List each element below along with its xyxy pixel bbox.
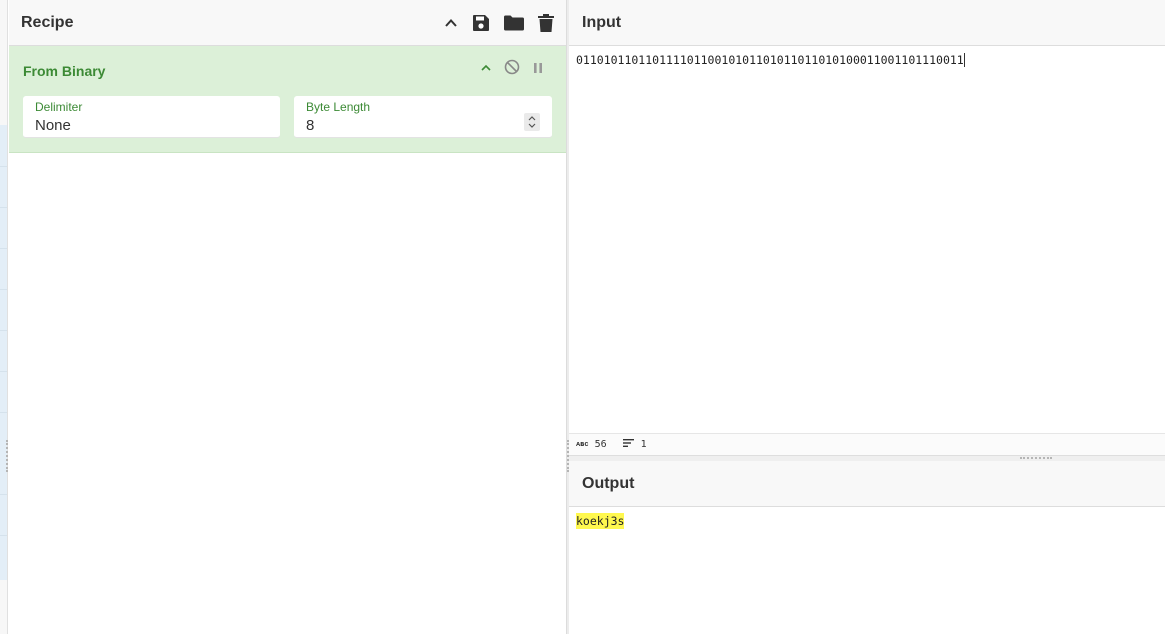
trash-icon[interactable] <box>538 13 554 32</box>
save-icon[interactable] <box>472 14 490 32</box>
number-stepper[interactable] <box>524 113 540 131</box>
selected-row-band <box>0 125 7 580</box>
input-title: Input <box>582 13 622 31</box>
pause-icon[interactable] <box>532 61 544 79</box>
row-divider <box>0 166 7 167</box>
input-length: 56 <box>594 439 607 450</box>
row-divider <box>0 289 7 290</box>
chevron-up-icon[interactable] <box>480 61 492 79</box>
row-divider <box>0 330 7 331</box>
output-value: koekj3s <box>576 513 625 529</box>
chevron-up-icon[interactable] <box>444 16 458 30</box>
operation-name: From Binary <box>23 63 106 79</box>
input-value: 0110101101101111011001010110101101101010… <box>576 53 964 67</box>
byte-length-label: Byte Length <box>306 100 371 114</box>
recipe-header: Recipe <box>9 0 566 46</box>
lines-icon <box>622 438 635 451</box>
input-statusbar: ᴀʙᴄ 56 1 <box>569 433 1165 455</box>
resize-handle[interactable] <box>6 440 8 472</box>
recipe-title: Recipe <box>21 13 74 31</box>
input-header: Input <box>569 0 1165 46</box>
output-textarea[interactable]: koekj3s <box>569 507 1165 535</box>
output-header: Output <box>569 461 1165 507</box>
folder-icon[interactable] <box>504 15 524 31</box>
adjacent-panel-edge <box>0 0 8 634</box>
operation-controls <box>480 59 544 80</box>
input-panel: Input 0110101101101111011001010110101101… <box>569 0 1165 455</box>
output-panel: Output koekj3s <box>569 461 1165 634</box>
disable-icon[interactable] <box>504 59 520 80</box>
input-textarea[interactable]: 0110101101101111011001010110101101101010… <box>569 46 1165 74</box>
row-divider <box>0 248 7 249</box>
byte-length-field[interactable]: Byte Length 8 <box>294 96 552 138</box>
delimiter-field[interactable]: Delimiter None <box>23 96 280 138</box>
row-divider <box>0 207 7 208</box>
operation-from-binary: From Binary Delimiter None Byte Length 8 <box>9 46 566 153</box>
row-divider <box>0 494 7 495</box>
delimiter-label: Delimiter <box>35 100 83 114</box>
text-caret <box>963 53 965 67</box>
input-lines: 1 <box>640 439 647 450</box>
row-divider <box>0 535 7 536</box>
resize-handle[interactable] <box>1020 457 1052 459</box>
length-icon: ᴀʙᴄ <box>576 440 589 448</box>
row-divider <box>0 412 7 413</box>
output-title: Output <box>582 474 635 492</box>
row-divider <box>0 371 7 372</box>
delimiter-value: None <box>35 117 71 134</box>
recipe-toolbar <box>444 13 554 32</box>
byte-length-value: 8 <box>306 117 315 134</box>
recipe-panel: Recipe From Binary Delimiter None Byte L… <box>9 0 566 634</box>
